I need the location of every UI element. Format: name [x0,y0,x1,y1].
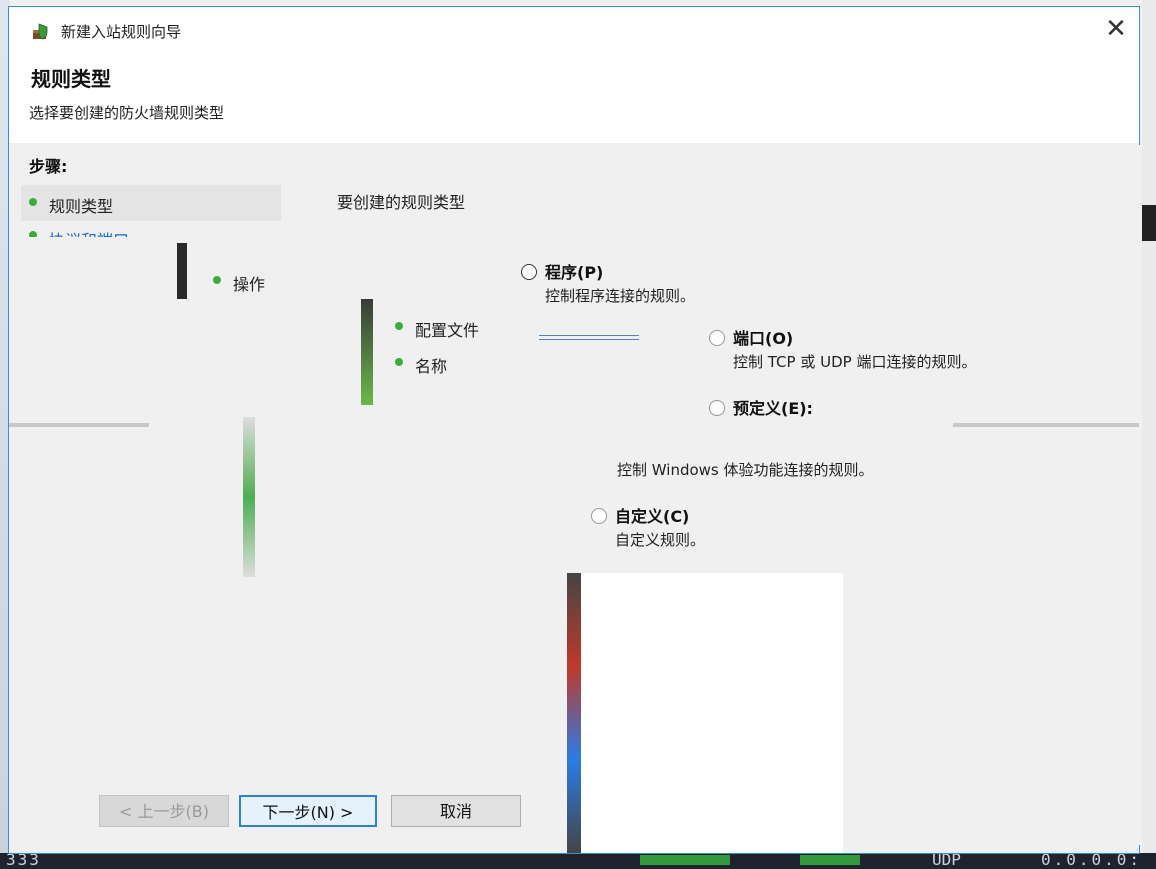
step-bullet-icon [395,358,403,366]
background-table-strip: 333 UDP 0.0.0.0: [0,850,1156,869]
step-label: 配置文件 [415,321,480,340]
option-custom[interactable]: 自定义(C) 自定义规则。 [591,503,705,550]
step-bullet-icon [29,231,37,237]
step-protocol-ports[interactable]: 协议和端口 [21,223,283,237]
step-label: 名称 [415,357,448,376]
rendering-artifact [177,243,187,299]
firewall-wizard-icon [33,23,48,40]
wizard-header: 新建入站规则向导 ✕ 规则类型 选择要创建的防火墙规则类型 [9,7,1139,143]
background-green-chip [800,855,860,865]
cancel-button[interactable]: 取消 [391,795,521,827]
next-button[interactable]: 下一步(N) > [239,795,377,827]
step-rule-type[interactable]: 规则类型 [21,185,283,221]
rendering-artifact [953,423,1139,427]
step-name[interactable]: 名称 [387,345,537,381]
close-icon: ✕ [1105,14,1127,44]
rendering-artifact-bar [539,335,639,340]
option-program[interactable]: 程序(P) 控制程序连接的规则。 [521,259,695,306]
page-subtitle: 选择要创建的防火墙规则类型 [29,104,225,122]
option-label: 预定义(E): [733,399,813,418]
new-inbound-rule-wizard: 新建入站规则向导 ✕ 规则类型 选择要创建的防火墙规则类型 步骤: 规则类型 协… [8,6,1141,854]
step-label: 协议和端口 [49,227,129,237]
page-title: 规则类型 [31,67,111,91]
step-bullet-icon [395,322,403,330]
option-label: 自定义(C) [615,507,690,526]
steps-heading: 步骤: [29,157,68,176]
option-label: 程序(P) [545,263,604,282]
option-description: 控制 Windows 体验功能连接的规则。 [617,461,874,479]
rule-type-question: 要创建的规则类型 [337,193,466,212]
option-predefined[interactable]: 预定义(E): [709,395,813,419]
back-button[interactable]: < 上一步(B) [99,795,229,827]
rendering-artifact [361,299,373,405]
step-bullet-icon [213,276,221,284]
radio-port[interactable] [709,330,725,346]
step-action[interactable]: 操作 [205,263,365,299]
title-bar[interactable]: 新建入站规则向导 ✕ [9,7,1139,51]
radio-program[interactable] [521,264,537,280]
option-description: 控制 TCP 或 UDP 端口连接的规则。 [733,353,977,371]
rendering-artifact [9,423,149,427]
predefined-dropdown-area: 控制 Windows 体验功能连接的规则。 [611,445,1131,480]
option-label: 端口(O) [733,329,794,348]
rendering-artifact [567,573,581,853]
desktop-background-right [1142,0,1156,869]
step-profile[interactable]: 配置文件 [387,309,537,345]
close-button[interactable]: ✕ [1093,7,1139,51]
radio-custom[interactable] [591,508,607,524]
background-green-chip [640,855,730,865]
option-description: 控制程序连接的规则。 [545,287,696,305]
option-port[interactable]: 端口(O) 控制 TCP 或 UDP 端口连接的规则。 [709,325,976,372]
rendering-artifact [581,573,843,853]
step-label: 规则类型 [49,197,114,216]
step-label: 操作 [233,275,266,294]
radio-predefined[interactable] [709,400,725,416]
step-bullet-icon [29,198,37,206]
window-title: 新建入站规则向导 [61,23,182,41]
rendering-artifact [243,417,255,577]
desktop-dark-strip [1142,205,1156,241]
option-description: 自定义规则。 [615,531,706,549]
